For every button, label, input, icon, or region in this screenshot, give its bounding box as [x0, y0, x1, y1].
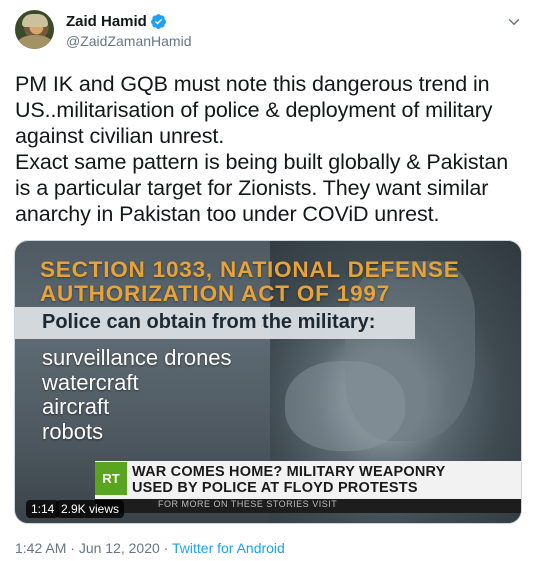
rt-logo: RT [95, 462, 127, 495]
verified-badge-icon [150, 14, 166, 29]
video-background-figure-2 [285, 361, 405, 451]
video-item: surveillance drones [42, 345, 232, 370]
video-player[interactable]: SECTION 1033, NATIONAL DEFENSE AUTHORIZA… [14, 240, 522, 524]
video-item: aircraft [42, 394, 110, 419]
avatar-cap [22, 14, 48, 27]
video-subheading: Police can obtain from the military: [42, 311, 376, 333]
tweet-card: Zaid Hamid @ZaidZamanHamid PM IK and GQB… [0, 0, 537, 561]
video-item-list: surveillance drones watercraft aircraft … [42, 345, 232, 444]
tweet-source-link[interactable]: Twitter for Android [172, 540, 285, 556]
meta-separator: · [159, 540, 172, 556]
video-item: robots [42, 418, 104, 444]
author-name-row[interactable]: Zaid Hamid [66, 13, 167, 30]
video-headline: SECTION 1033, NATIONAL DEFENSE AUTHORIZA… [40, 257, 460, 306]
video-views-badge: 2.9K views [56, 500, 125, 518]
chevron-down-icon[interactable] [505, 13, 523, 31]
tweet-date[interactable]: Jun 12, 2020 [79, 540, 160, 556]
meta-separator: · [66, 540, 79, 556]
author-display-name[interactable]: Zaid Hamid [66, 13, 147, 30]
video-duration-badge: 1:14 [26, 500, 60, 518]
avatar[interactable] [15, 10, 54, 49]
avatar-body [17, 35, 53, 49]
author-handle[interactable]: @ZaidZamanHamid [66, 33, 191, 49]
video-views-count: 2.9K views [61, 502, 120, 516]
video-item: watercraft [42, 369, 139, 395]
tweet-meta: 1:42 AM · Jun 12, 2020 · Twitter for And… [15, 540, 285, 556]
tweet-text: PM IK and GQB must note this dangerous t… [15, 72, 509, 226]
tweet-time[interactable]: 1:42 AM [15, 540, 66, 556]
news-ticker-text: WAR COMES HOME? MILITARY WEAPONRY USED B… [132, 464, 446, 496]
news-ticker-subtext: FOR MORE ON THESE STORIES VISIT [158, 499, 338, 509]
